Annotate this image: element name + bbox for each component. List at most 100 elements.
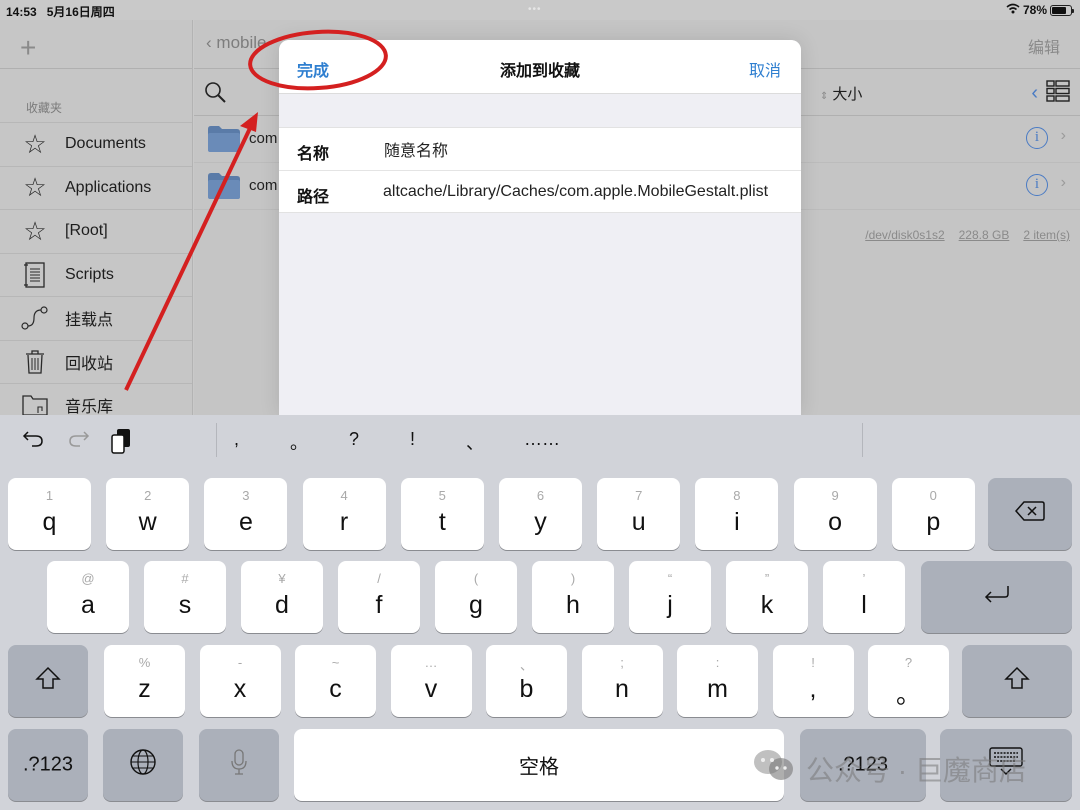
key-u[interactable]: 7u: [597, 478, 681, 550]
key-e[interactable]: 3e: [204, 478, 288, 550]
sidebar-item-trash[interactable]: 回收站: [0, 339, 192, 384]
return-key[interactable]: [921, 561, 1072, 633]
undo-icon[interactable]: [22, 428, 46, 456]
edit-button[interactable]: 编辑: [1028, 34, 1060, 58]
shift-key-right[interactable]: [962, 645, 1072, 717]
disk-capacity[interactable]: 228.8 GB: [959, 228, 1010, 242]
shift-key-left[interactable]: [8, 645, 88, 717]
sidebar-item-applications[interactable]: ☆ Applications: [0, 165, 192, 210]
space-key[interactable]: 空格: [294, 729, 784, 801]
key-alt-label: “: [667, 571, 673, 586]
key-x[interactable]: -x: [199, 645, 281, 717]
multitask-dots[interactable]: •••: [528, 4, 542, 15]
sidebar-item-documents[interactable]: ☆ Documents: [0, 122, 192, 166]
key-label: v: [424, 675, 438, 703]
sidebar-item-root[interactable]: ☆ [Root]: [0, 209, 192, 253]
delete-key[interactable]: [988, 478, 1072, 550]
item-count[interactable]: 2 item(s): [1023, 228, 1070, 242]
punctuation-key[interactable]: ,: [234, 429, 239, 450]
numbers-key-left[interactable]: .?123: [8, 729, 88, 801]
sidebar-item-scripts[interactable]: Scripts: [0, 252, 192, 297]
list-view-icon[interactable]: [1046, 80, 1070, 107]
key-r[interactable]: 4r: [302, 478, 386, 550]
key-z[interactable]: % z: [104, 645, 185, 717]
key-i[interactable]: 8i: [695, 478, 779, 550]
key-label: p: [926, 508, 941, 536]
back-button[interactable]: ‹ mobile: [206, 33, 267, 53]
toolbar-divider: [216, 423, 217, 457]
info-icon[interactable]: i: [1026, 174, 1048, 196]
chevron-left-icon[interactable]: ‹: [1031, 82, 1038, 105]
key-n[interactable]: ; n: [581, 645, 663, 717]
dictation-key[interactable]: [199, 729, 279, 801]
key-alt-label: %: [138, 655, 151, 670]
key-alt-label: …: [424, 655, 438, 670]
key-k[interactable]: ” k: [726, 561, 808, 633]
sidebar-topbar: +: [0, 20, 192, 69]
cancel-button[interactable]: 取消: [749, 57, 781, 81]
key-,[interactable]: !,: [772, 645, 854, 717]
status-bar: 14:53 5月16日周四 ••• 78%: [0, 0, 1080, 20]
key-w[interactable]: 2w: [106, 478, 190, 550]
favorite-form: 名称 路径 altcache/Library/Caches/com.apple.…: [279, 127, 801, 213]
key-alt-label: :: [715, 655, 720, 670]
key-label: 。: [895, 681, 921, 709]
device-path[interactable]: /dev/disk0s1s2: [865, 228, 944, 242]
status-right: 78%: [1006, 3, 1074, 17]
sort-button[interactable]: ⇕ 大小: [820, 83, 862, 104]
key-label: u: [631, 508, 646, 536]
key-l[interactable]: ’ l: [823, 561, 905, 633]
key-s[interactable]: # s: [144, 561, 226, 633]
key-label: b: [519, 675, 534, 703]
file-name: com: [249, 177, 278, 194]
key-c[interactable]: ~ c: [295, 645, 376, 717]
info-icon[interactable]: i: [1026, 127, 1048, 149]
plus-icon[interactable]: +: [20, 32, 36, 64]
key-q[interactable]: 1q: [8, 478, 91, 550]
key-g[interactable]: (g: [435, 561, 517, 633]
name-field[interactable]: [384, 140, 794, 158]
key-label: r: [339, 508, 349, 536]
key-alt-label: 1: [45, 488, 54, 503]
key-label: m: [707, 675, 728, 703]
punctuation-key[interactable]: 。: [290, 429, 308, 455]
favorites-section-label: 收藏夹: [26, 101, 63, 115]
key-m[interactable]: :m: [677, 645, 758, 717]
search-icon[interactable]: [204, 81, 228, 110]
key-y[interactable]: 6y: [499, 478, 582, 550]
key-。[interactable]: ?。: [868, 645, 949, 717]
key-label: x: [233, 675, 247, 703]
key-alt-label: ~: [331, 655, 340, 670]
key-j[interactable]: “j: [629, 561, 711, 633]
key-label: q: [42, 508, 57, 536]
key-alt-label: 9: [831, 488, 839, 503]
key-f[interactable]: / f: [338, 561, 420, 633]
key-alt-label: #: [181, 571, 189, 586]
key-b[interactable]: 、 b: [486, 645, 567, 717]
punctuation-key[interactable]: !: [410, 429, 415, 450]
key-d[interactable]: ¥ d: [241, 561, 323, 633]
microphone-icon: [199, 749, 279, 781]
chevron-right-icon: ›: [1060, 174, 1066, 191]
globe-key[interactable]: [103, 729, 183, 801]
punctuation-key[interactable]: ?: [349, 429, 359, 450]
key-a[interactable]: @ a: [47, 561, 129, 633]
redo-icon[interactable]: [66, 428, 90, 456]
sidebar-item-label: Documents: [65, 135, 146, 153]
delete-icon: [988, 500, 1072, 528]
path-field[interactable]: altcache/Library/Caches/com.apple.Mobile…: [383, 183, 793, 201]
key-label: k: [760, 591, 774, 619]
dialog-title: 添加到收藏: [499, 63, 580, 80]
sidebar-item-mount-points[interactable]: 挂载点: [0, 296, 192, 340]
key-p[interactable]: 0p: [891, 478, 975, 550]
key-t[interactable]: 5t: [400, 478, 484, 550]
key-v[interactable]: … v: [390, 645, 472, 717]
key-h[interactable]: ) h: [532, 561, 614, 633]
key-label: o: [828, 508, 843, 536]
key-o[interactable]: 9o: [793, 478, 877, 550]
paste-icon[interactable]: [110, 428, 132, 460]
key-alt-label: ;: [620, 655, 624, 670]
key-label: e: [238, 508, 253, 536]
punctuation-key[interactable]: 、: [466, 429, 484, 455]
punctuation-key[interactable]: ……: [524, 429, 560, 450]
